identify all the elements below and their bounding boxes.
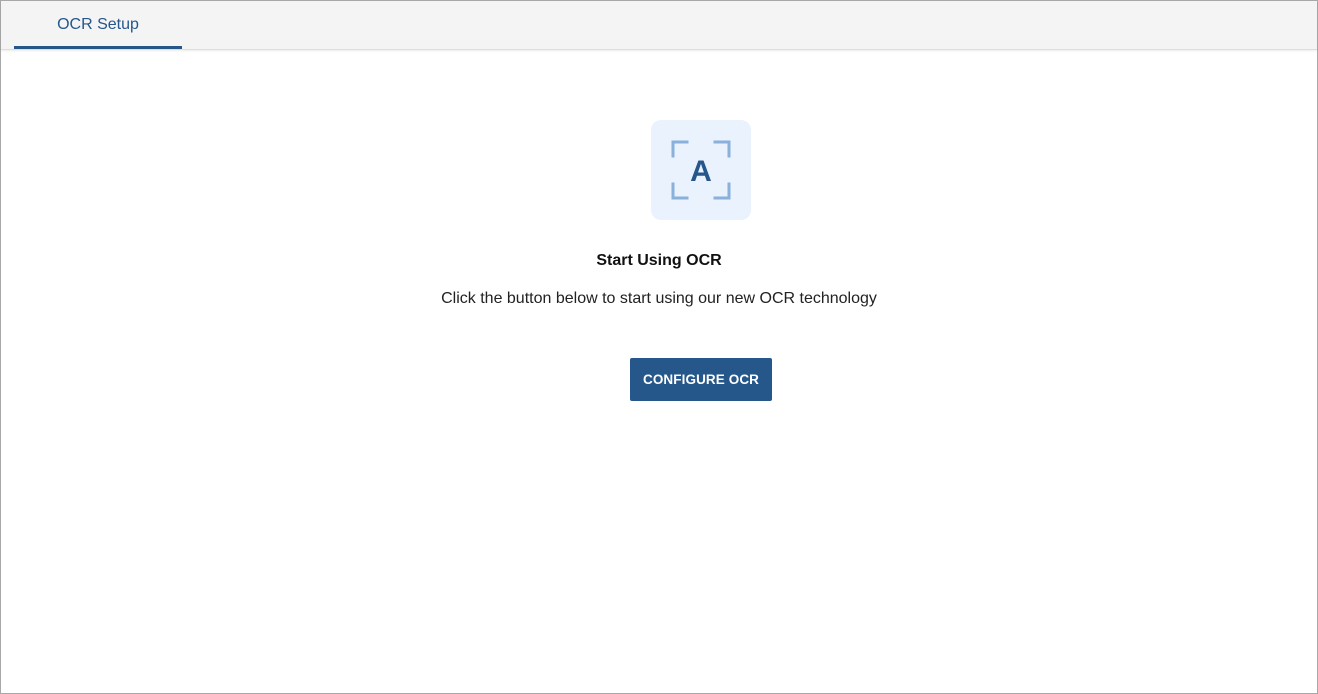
corner-top-left (671, 140, 689, 158)
empty-state-title: Start Using OCR (596, 252, 722, 269)
ocr-letter: A (690, 155, 712, 188)
corner-top-right (713, 140, 731, 158)
ocr-scan-letter-icon: A (651, 120, 751, 220)
corner-bottom-left (671, 182, 689, 200)
corner-bottom-right (713, 182, 731, 200)
tab-bar: OCR Setup (1, 1, 1317, 50)
tab-ocr-setup[interactable]: OCR Setup (14, 1, 182, 49)
ocr-icon-graphic: A (671, 140, 731, 200)
tab-label: OCR Setup (57, 15, 139, 33)
app-window: OCR Setup A Start Using OCR Click the bu… (0, 0, 1318, 694)
empty-state-panel: A Start Using OCR Click the button below… (1, 50, 1317, 693)
configure-ocr-button[interactable]: CONFIGURE OCR (630, 358, 772, 401)
empty-state-description: Click the button below to start using ou… (441, 290, 877, 307)
